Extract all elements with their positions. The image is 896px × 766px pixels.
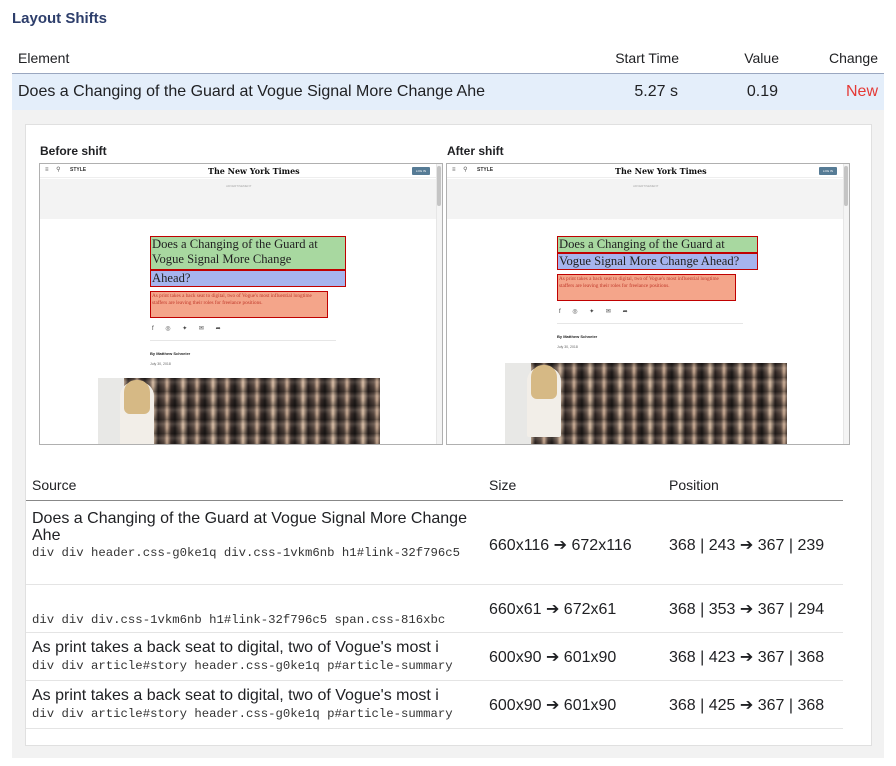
- source-row[interactable]: div div div.css-1vkm6nb h1#link-32f796c5…: [26, 585, 843, 633]
- shift-detail-panel: Before shift ≡ ⚲ STYLE The New York Time…: [25, 124, 872, 746]
- source-size: 660x116 ➔ 672x116: [489, 537, 632, 554]
- source-row[interactable]: As print takes a back seat to digital, t…: [26, 681, 843, 729]
- source-text: As print takes a back seat to digital, t…: [32, 687, 439, 704]
- preview-login-button: LOG IN: [819, 167, 837, 175]
- header-value: Value: [744, 50, 779, 66]
- preview-byline: By Matthew Schneier: [557, 334, 598, 339]
- summary-row-selected[interactable]: Does a Changing of the Guard at Vogue Si…: [12, 74, 884, 110]
- summary-table-header: Element Start Time Value Change: [12, 42, 884, 74]
- preview-photo: [505, 363, 787, 444]
- header-element: Element: [18, 50, 70, 66]
- source-size: 660x61 ➔ 672x61: [489, 601, 617, 618]
- preview-section: STYLE: [70, 167, 87, 173]
- summary-value: 0.19: [746, 83, 778, 100]
- social-icons: f ◎ ✦ ✉ ➦: [152, 326, 226, 332]
- preview-logo: The New York Times: [208, 166, 300, 176]
- photo-model-hair: [531, 365, 557, 399]
- summary-change-badge: New: [845, 83, 878, 100]
- divider: [557, 323, 743, 324]
- header-size: Size: [489, 477, 517, 493]
- after-shift-screenshot: ≡ ⚲ STYLE The New York Times LOG IN ADVE…: [446, 163, 850, 445]
- preview-navbar: ≡ ⚲ STYLE The New York Times LOG IN: [447, 164, 843, 178]
- after-summary-highlight: As print takes a back seat to digital, t…: [557, 274, 736, 301]
- source-position: 368 | 353 ➔ 367 | 294: [669, 601, 825, 618]
- social-icons: f ◎ ✦ ✉ ➦: [559, 309, 633, 315]
- header-change: Change: [828, 50, 878, 66]
- preview-ad-text: ADVERTISEMENT: [633, 184, 659, 188]
- menu-icon: ≡ ⚲: [45, 167, 64, 173]
- preview-scrollbar[interactable]: [843, 164, 849, 444]
- preview-login-button: LOG IN: [412, 167, 430, 175]
- source-size: 600x90 ➔ 601x90: [489, 697, 617, 714]
- preview-byline: By Matthew Schneier: [150, 351, 191, 356]
- before-headline-blue: Ahead?: [150, 270, 346, 287]
- preview-ad-text: ADVERTISEMENT: [226, 184, 252, 188]
- preview-scrollbar-thumb[interactable]: [844, 166, 848, 206]
- headline-line: Vogue Signal More Change: [152, 252, 292, 266]
- headline-line: Does a Changing of the Guard at: [559, 237, 725, 251]
- preview-scrollbar[interactable]: [436, 164, 442, 444]
- source-position: 368 | 243 ➔ 367 | 239: [669, 537, 825, 554]
- after-headline-green: Does a Changing of the Guard at: [557, 236, 758, 253]
- source-size: 600x90 ➔ 601x90: [489, 649, 617, 666]
- preview-ad-bar: ADVERTISEMENT: [447, 179, 843, 219]
- source-position: 368 | 425 ➔ 367 | 368: [669, 697, 825, 714]
- menu-icon: ≡ ⚲: [452, 167, 471, 173]
- preview-photo: [98, 378, 380, 444]
- header-position: Position: [669, 477, 719, 493]
- before-headline-green: Does a Changing of the Guard at Vogue Si…: [150, 236, 346, 270]
- shift-detail-container: Before shift ≡ ⚲ STYLE The New York Time…: [12, 110, 884, 758]
- source-row[interactable]: Does a Changing of the Guard at Vogue Si…: [26, 502, 843, 585]
- source-selector: div div article#story header.css-g0ke1q …: [32, 707, 453, 721]
- headline-line: Ahead?: [152, 271, 191, 285]
- before-shift-label: Before shift: [40, 144, 107, 158]
- preview-logo: The New York Times: [615, 166, 707, 176]
- headline-line: Vogue Signal More Change Ahead?: [559, 254, 740, 268]
- preview-date: July 30, 2018: [150, 362, 171, 366]
- preview-navbar: ≡ ⚲ STYLE The New York Times LOG IN: [40, 164, 436, 178]
- preview-date: July 30, 2018: [557, 345, 578, 349]
- after-headline-blue: Vogue Signal More Change Ahead?: [557, 253, 758, 270]
- divider: [150, 340, 336, 341]
- summary-element: Does a Changing of the Guard at Vogue Si…: [18, 83, 485, 100]
- source-position: 368 | 423 ➔ 367 | 368: [669, 649, 825, 666]
- source-selector: div div header.css-g0ke1q div.css-1vkm6n…: [32, 546, 461, 560]
- preview-ad-bar: ADVERTISEMENT: [40, 179, 436, 219]
- after-shift-label: After shift: [447, 144, 504, 158]
- photo-model-hair: [124, 380, 150, 414]
- source-row[interactable]: As print takes a back seat to digital, t…: [26, 633, 843, 681]
- headline-line: Does a Changing of the Guard at: [152, 237, 318, 251]
- preview-section: STYLE: [477, 167, 494, 173]
- summary-start-time: 5.27 s: [634, 83, 678, 100]
- source-selector: div div article#story header.css-g0ke1q …: [32, 659, 453, 673]
- before-shift-screenshot: ≡ ⚲ STYLE The New York Times LOG IN ADVE…: [39, 163, 443, 445]
- source-text: Does a Changing of the Guard at Vogue Si…: [32, 510, 467, 544]
- source-text: As print takes a back seat to digital, t…: [32, 639, 439, 656]
- header-source: Source: [32, 477, 77, 493]
- section-title: Layout Shifts: [12, 10, 108, 27]
- source-selector: div div div.css-1vkm6nb h1#link-32f796c5…: [32, 613, 446, 627]
- source-table-header: Source Size Position: [26, 467, 843, 501]
- before-summary-highlight: As print takes a back seat to digital, t…: [150, 291, 328, 318]
- preview-scrollbar-thumb[interactable]: [437, 166, 441, 206]
- header-start-time: Start Time: [615, 50, 679, 66]
